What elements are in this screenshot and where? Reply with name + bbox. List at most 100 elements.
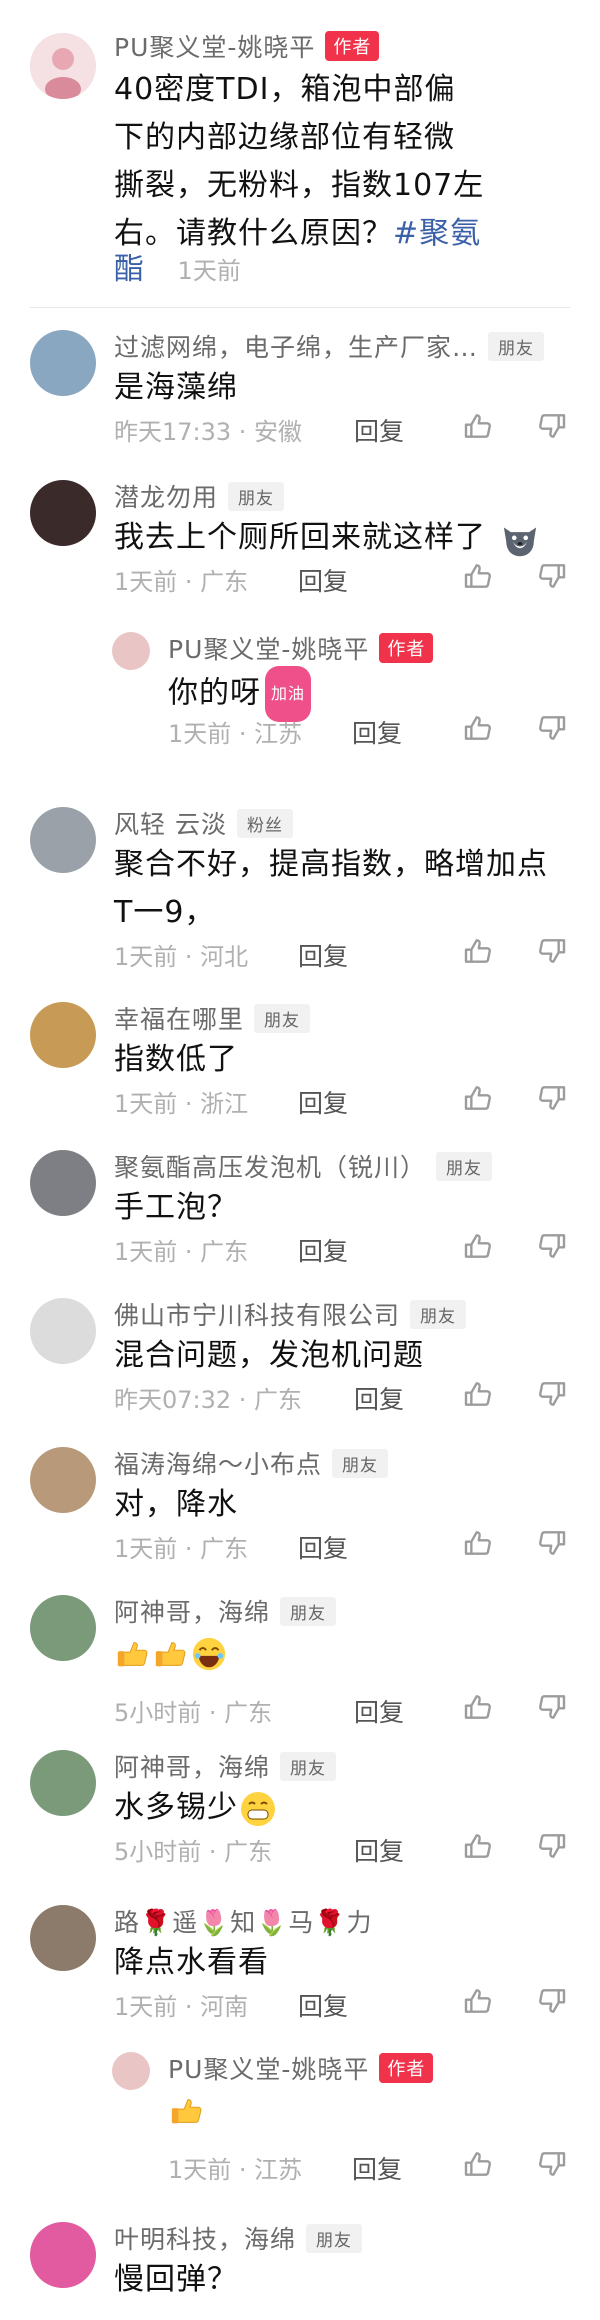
author-name[interactable]: 叶明科技，海绵	[114, 2220, 296, 2256]
friend-badge: 朋友	[436, 1151, 493, 1181]
comment-text: 慢回弹？	[114, 2256, 238, 2304]
comment-author[interactable]: 福涛海绵～小布点 朋友	[114, 1445, 389, 1481]
dislike-icon[interactable]	[536, 1230, 568, 1262]
dislike-icon[interactable]	[536, 1830, 568, 1862]
reply-button[interactable]: 回复	[354, 412, 404, 448]
author-name[interactable]: 路🌹遥🌷知🌷马🌹力	[114, 1903, 373, 1939]
author-name[interactable]: 福涛海绵～小布点	[114, 1445, 322, 1481]
like-icon[interactable]	[462, 1527, 494, 1559]
reply-button[interactable]: 回复	[298, 1084, 348, 1120]
avatar[interactable]	[30, 330, 96, 396]
comment-author[interactable]: 叶明科技，海绵 朋友	[114, 2220, 363, 2256]
post-line: 撕裂，无粉料，指数107左	[114, 168, 485, 203]
comment-author[interactable]: 聚氨酯高压发泡机（锐川） 朋友	[114, 1148, 493, 1184]
author-name[interactable]: 阿神哥，海绵	[114, 1748, 270, 1784]
dislike-icon[interactable]	[536, 1378, 568, 1410]
avatar[interactable]	[112, 2052, 150, 2090]
avatar[interactable]	[30, 480, 96, 546]
author-name[interactable]: 风轻 云淡	[114, 805, 227, 841]
dislike-icon[interactable]	[536, 410, 568, 442]
reply-button[interactable]: 回复	[298, 1232, 348, 1268]
avatar[interactable]	[30, 1298, 96, 1364]
comment-text: 是海藻绵	[114, 364, 238, 412]
comment-author[interactable]: PU聚义堂-姚晓平 作者	[168, 2050, 434, 2086]
reply-button[interactable]: 回复	[298, 562, 348, 598]
thumbs-up-emoji-icon	[155, 1641, 186, 1666]
avatar[interactable]	[30, 1150, 96, 1216]
comment-text-content: 水多锡少	[114, 1790, 238, 1825]
comment-author[interactable]: 潜龙勿用 朋友	[114, 478, 285, 514]
dislike-icon[interactable]	[536, 1691, 568, 1723]
dislike-icon[interactable]	[536, 1527, 568, 1559]
avatar[interactable]	[30, 1905, 96, 1971]
author-name[interactable]: 阿神哥，海绵	[114, 1593, 270, 1629]
hashtag-link[interactable]: 酯	[114, 252, 144, 287]
comment-text-content: 混合问题，发泡机问题	[114, 1338, 424, 1373]
dislike-icon[interactable]	[536, 1082, 568, 1114]
hashtag-link[interactable]: #聚氨	[393, 216, 481, 251]
like-icon[interactable]	[462, 1985, 494, 2017]
dislike-icon[interactable]	[536, 2148, 568, 2180]
like-icon[interactable]	[462, 1830, 494, 1862]
comment-author[interactable]: PU聚义堂-姚晓平 作者	[114, 28, 380, 64]
like-icon[interactable]	[462, 410, 494, 442]
like-icon[interactable]	[462, 560, 494, 592]
avatar[interactable]	[30, 2222, 96, 2288]
like-icon[interactable]	[462, 1230, 494, 1262]
reply-button[interactable]: 回复	[352, 714, 402, 750]
dislike-icon[interactable]	[536, 1985, 568, 2017]
reply-button[interactable]: 回复	[354, 1380, 404, 1416]
reply-button[interactable]: 回复	[354, 1693, 404, 1729]
author-name[interactable]: 佛山市宁川科技有限公司	[114, 1296, 400, 1332]
avatar[interactable]	[30, 807, 96, 873]
author-name[interactable]: 过滤网绵，电子绵，生产厂家…	[114, 328, 478, 364]
comment-author[interactable]: 过滤网绵，电子绵，生产厂家… 朋友	[114, 328, 545, 364]
like-icon[interactable]	[462, 1691, 494, 1723]
avatar[interactable]	[30, 33, 96, 99]
comment-author[interactable]: 阿神哥，海绵 朋友	[114, 1593, 337, 1629]
thumbs-up-emoji-icon	[171, 2098, 202, 2123]
avatar[interactable]	[112, 632, 150, 670]
comment-text: 手工泡？	[114, 1184, 238, 1232]
author-name[interactable]: 聚氨酯高压发泡机（锐川）	[114, 1148, 426, 1184]
comment-author[interactable]: 佛山市宁川科技有限公司 朋友	[114, 1296, 467, 1332]
post-line: 40密度TDI，箱泡中部偏	[114, 72, 456, 107]
reply-button[interactable]: 回复	[352, 2150, 402, 2186]
reply-button[interactable]: 回复	[298, 937, 348, 973]
like-icon[interactable]	[462, 1378, 494, 1410]
comment-text: 混合问题，发泡机问题	[114, 1332, 424, 1380]
avatar[interactable]	[30, 1447, 96, 1513]
comment-text	[168, 2086, 206, 2134]
reply-button[interactable]: 回复	[298, 1529, 348, 1565]
comment-author[interactable]: 阿神哥，海绵 朋友	[114, 1748, 337, 1784]
comment-author[interactable]: PU聚义堂-姚晓平 作者	[168, 630, 434, 666]
author-name[interactable]: 幸福在哪里	[114, 1000, 244, 1036]
like-icon[interactable]	[462, 712, 494, 744]
author-name[interactable]: PU聚义堂-姚晓平	[168, 2050, 369, 2086]
dislike-icon[interactable]	[536, 935, 568, 967]
dislike-icon[interactable]	[536, 560, 568, 592]
reply-button[interactable]: 回复	[354, 1832, 404, 1868]
comment-time-location: 昨天17:33 · 安徽	[114, 418, 303, 446]
comment-time-location: 1天前 · 河南	[114, 1993, 249, 2021]
reply-button[interactable]: 回复	[298, 1987, 348, 2023]
comment-author[interactable]: 幸福在哪里 朋友	[114, 1000, 311, 1036]
author-name[interactable]: PU聚义堂-姚晓平	[114, 28, 315, 64]
dislike-icon[interactable]	[536, 712, 568, 744]
author-name[interactable]: PU聚义堂-姚晓平	[168, 630, 369, 666]
author-name[interactable]: 潜龙勿用	[114, 478, 218, 514]
avatar[interactable]	[30, 1595, 96, 1661]
avatar[interactable]	[30, 1002, 96, 1068]
comment-time-location: 1天前 · 广东	[114, 568, 249, 596]
avatar[interactable]	[30, 1750, 96, 1816]
comment-item: 潜龙勿用 朋友 我去上个厕所回来就这样了 1天前 · 广东 回复	[0, 478, 600, 596]
like-icon[interactable]	[462, 1082, 494, 1114]
comment-author[interactable]: 路🌹遥🌷知🌷马🌹力	[114, 1903, 373, 1939]
like-icon[interactable]	[462, 2148, 494, 2180]
comment-text: 降点水看看	[114, 1939, 269, 1987]
comment-author[interactable]: 风轻 云淡 粉丝	[114, 805, 293, 841]
like-icon[interactable]	[462, 935, 494, 967]
comment-text-content: 对，降水	[114, 1487, 238, 1522]
friend-badge: 朋友	[332, 1448, 389, 1478]
comment-time-location: 1天前 · 江苏	[168, 2156, 303, 2184]
